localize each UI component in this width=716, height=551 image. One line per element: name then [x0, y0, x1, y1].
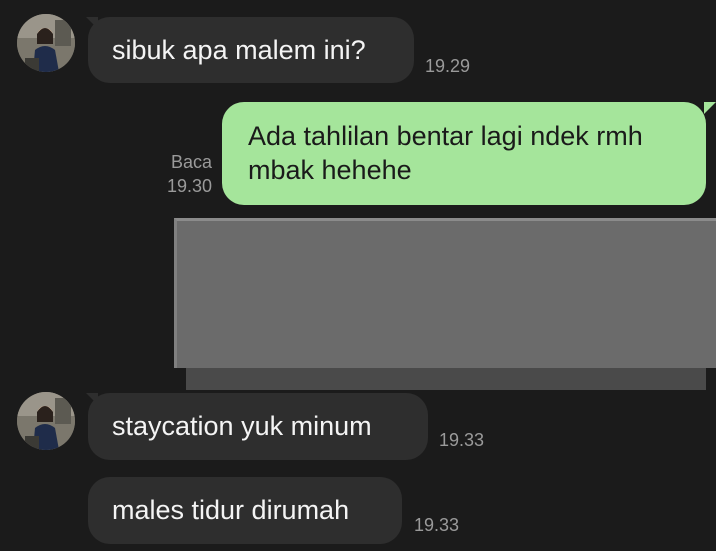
message-text: sibuk apa malem ini?: [112, 35, 366, 65]
message-bubble[interactable]: males tidur dirumah: [88, 477, 402, 544]
media-shadow: [186, 366, 706, 390]
contact-avatar[interactable]: [17, 14, 75, 72]
message-time: 19.29: [425, 56, 471, 76]
read-receipt: Baca 19.30: [150, 150, 212, 198]
message-bubble-outgoing[interactable]: Ada tahlilan bentar lagi ndek rmh mbak h…: [222, 102, 706, 205]
message-bubble[interactable]: sibuk apa malem ini?: [88, 17, 414, 83]
avatar-photo-icon: [17, 392, 75, 450]
message-time: 19.33: [439, 430, 485, 450]
bubble-tail: [704, 102, 716, 114]
message-text: males tidur dirumah: [112, 495, 350, 525]
message-time: 19.30: [166, 176, 212, 196]
message-time: 19.33: [414, 515, 460, 535]
chat-thread[interactable]: sibuk apa malem ini? 19.29 Baca 19.30 Ad…: [0, 0, 716, 551]
message-text: staycation yuk minum: [112, 411, 372, 441]
contact-avatar[interactable]: [17, 392, 75, 450]
message-text: Ada tahlilan bentar lagi ndek rmh mbak h…: [248, 121, 643, 185]
attached-media-placeholder[interactable]: [174, 218, 716, 368]
read-status-label: Baca: [170, 152, 212, 172]
message-bubble[interactable]: staycation yuk minum: [88, 393, 428, 460]
avatar-photo-icon: [17, 14, 75, 72]
